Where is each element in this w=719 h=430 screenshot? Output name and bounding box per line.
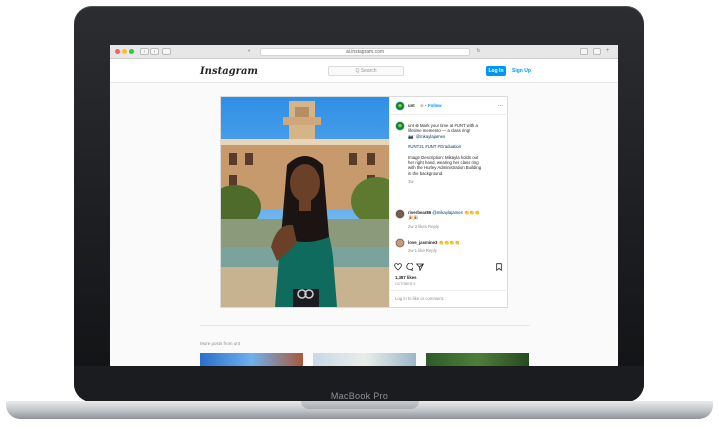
post-date: OCTOBER 9 [395, 282, 416, 286]
comment-text: @mikaylajames 👏👏👏 [432, 210, 481, 215]
comment-meta[interactable]: 2w 1 like Reply [408, 248, 504, 253]
instagram-logo[interactable]: Instagram [200, 66, 258, 77]
comment-avatar[interactable] [395, 238, 405, 248]
follow-button[interactable]: Follow [428, 103, 442, 108]
search-input[interactable]: Q Search [328, 66, 404, 76]
reader-icon[interactable]: ◐ [245, 48, 254, 55]
comment-avatar[interactable] [395, 209, 405, 219]
comment-username[interactable]: love_jasmine3 [408, 240, 437, 245]
likes-count[interactable]: 1,387 likes [395, 275, 417, 280]
comment-meta[interactable]: 2w 3 likes Reply [408, 224, 504, 229]
close-window-button[interactable] [115, 49, 120, 54]
signup-link[interactable]: Sign Up [512, 66, 531, 76]
post-sidebar: unt ⊛ • Follow ··· unt ⊛ Mark your time … [389, 97, 508, 307]
post-actions [394, 263, 504, 271]
post-card: unt ⊛ • Follow ··· unt ⊛ Mark your time … [220, 96, 508, 308]
comment-icon[interactable] [405, 263, 413, 271]
reload-icon[interactable]: ↻ [474, 48, 483, 55]
bookmark-icon[interactable] [495, 263, 503, 271]
more-posts-label: More posts from unt [200, 341, 241, 346]
caption-avatar[interactable] [395, 121, 405, 131]
sidebar-icon[interactable] [162, 48, 171, 55]
caption-age: 3w [408, 179, 414, 185]
tabs-icon[interactable] [593, 48, 601, 55]
comment-username[interactable]: riverbear86 [408, 210, 431, 215]
more-options-icon[interactable]: ··· [498, 103, 503, 109]
instagram-header: Instagram Q Search Log In Sign Up [110, 59, 618, 83]
post-username[interactable]: unt [408, 103, 415, 108]
browser-window: ‹ › ◐ ai.instagram.com ↻ + Instagram Q S… [110, 45, 618, 366]
address-bar[interactable]: ai.instagram.com [260, 48, 470, 56]
comment-item: love_jasmine3 👏👏👏👏 2w 1 like Reply [408, 240, 504, 254]
verified-badge-icon: ⊛ • [420, 103, 427, 108]
login-prompt[interactable]: Log in to like or comment. [395, 296, 444, 301]
login-button[interactable]: Log In [486, 66, 506, 76]
laptop-mockup: MacBook Pro ‹ › ◐ ai.instagram.com ↻ + I… [0, 0, 719, 430]
new-tab-icon[interactable]: + [606, 48, 613, 55]
section-divider [200, 325, 530, 326]
browser-toolbar: ‹ › ◐ ai.instagram.com ↻ + [110, 45, 618, 59]
comment-text: 👏👏👏👏 [438, 240, 460, 245]
laptop-brand-label: MacBook Pro [330, 391, 389, 401]
post-caption: unt ⊛ Mark your time at #UNT with a life… [408, 123, 504, 185]
unt-avatar[interactable] [395, 101, 405, 111]
comment-item: riverbear86 @mikaylajames 👏👏👏 🎉🎉 2w 3 li… [408, 210, 504, 229]
post-photo-image [221, 97, 389, 307]
heart-icon[interactable] [394, 263, 402, 271]
more-post-thumbnail[interactable] [313, 353, 416, 366]
share-post-icon[interactable] [416, 263, 424, 271]
sidebar-divider [390, 290, 508, 291]
laptop-notch [301, 401, 419, 409]
forward-icon[interactable]: › [150, 48, 159, 55]
back-icon[interactable]: ‹ [140, 48, 149, 55]
share-icon[interactable] [580, 48, 588, 55]
more-post-thumbnail[interactable] [200, 353, 303, 366]
minimize-window-button[interactable] [122, 49, 127, 54]
zoom-window-button[interactable] [129, 49, 134, 54]
comment-text-continued: 🎉🎉 [408, 215, 419, 221]
post-photo[interactable] [221, 97, 389, 307]
post-header: unt ⊛ • Follow ··· [390, 97, 508, 115]
more-post-thumbnail[interactable] [426, 353, 529, 366]
